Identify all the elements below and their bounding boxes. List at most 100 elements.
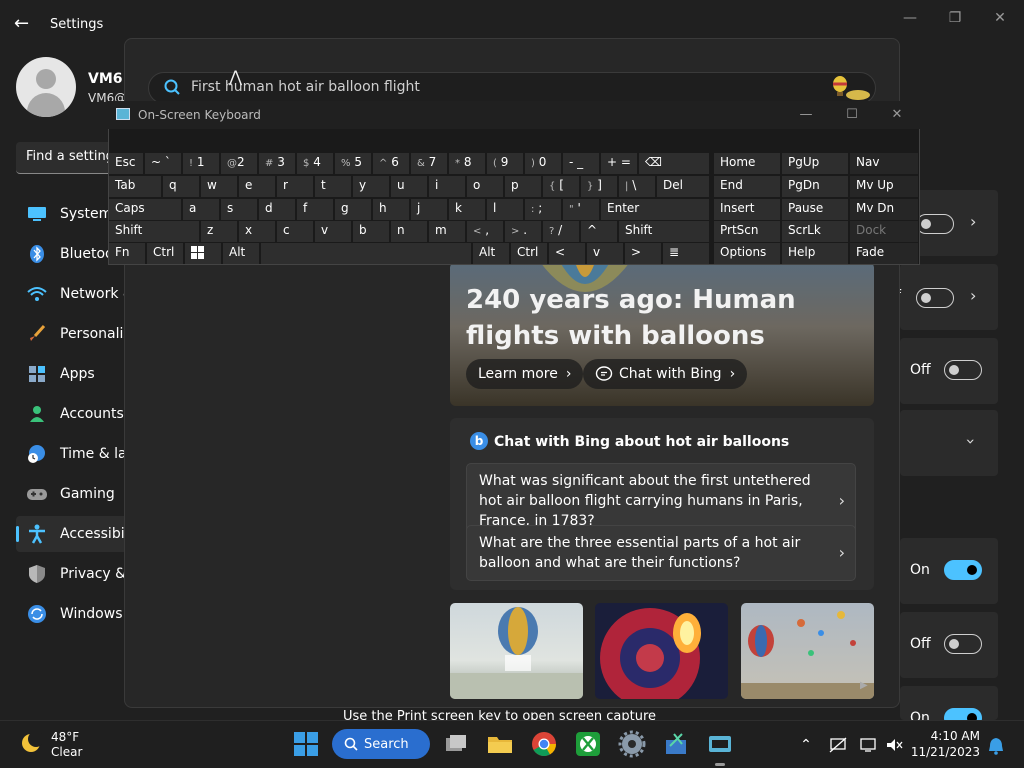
key-esc[interactable]: Esc: [109, 153, 143, 174]
maximize-icon[interactable]: ❐: [945, 8, 965, 28]
key-3[interactable]: # 3: [259, 153, 295, 174]
close-icon[interactable]: ✕: [990, 8, 1010, 28]
key-5[interactable]: % 5: [335, 153, 371, 174]
key-fade[interactable]: Fade: [850, 243, 918, 264]
key-arrow-left[interactable]: <: [549, 243, 585, 264]
key-caps[interactable]: Caps: [109, 199, 181, 220]
task-view-icon[interactable]: [442, 730, 470, 758]
clock-date[interactable]: 11/21/2023: [890, 745, 980, 759]
avatar[interactable]: [16, 57, 76, 117]
balloon-thumbnail[interactable]: [450, 603, 583, 699]
key-shift-left[interactable]: Shift: [109, 221, 199, 242]
key-ctrl-left[interactable]: Ctrl: [147, 243, 183, 264]
key-menu[interactable]: ≣: [663, 243, 709, 264]
chevron-up-icon[interactable]: ⌃: [796, 737, 816, 753]
key-options[interactable]: Options: [714, 243, 780, 264]
osk-minimize-icon[interactable]: —: [797, 106, 815, 124]
key-mv-dn[interactable]: Mv Dn: [850, 199, 918, 220]
toggle-switch[interactable]: [944, 560, 982, 580]
sidebar-item-time-language[interactable]: Time & language: [16, 436, 130, 472]
burner-thumbnail[interactable]: [595, 603, 728, 699]
toggle-switch[interactable]: [944, 708, 982, 720]
key-equals[interactable]: + =: [601, 153, 637, 174]
key-alt-left[interactable]: Alt: [223, 243, 259, 264]
setting-card[interactable]: Off: [900, 612, 998, 678]
key-nav[interactable]: Nav: [850, 153, 918, 174]
key-semicolon[interactable]: : ;: [525, 199, 561, 220]
bing-balloon-icon[interactable]: [826, 75, 872, 101]
sidebar-item-apps[interactable]: Apps: [16, 356, 130, 392]
key-help[interactable]: Help: [782, 243, 848, 264]
learn-more-button[interactable]: Learn more ›: [466, 359, 584, 389]
weather-temperature[interactable]: 48°F: [51, 730, 79, 744]
key-pgdn[interactable]: PgDn: [782, 176, 848, 197]
key-k[interactable]: k: [449, 199, 485, 220]
key-a[interactable]: a: [183, 199, 219, 220]
on-screen-keyboard-taskbar-icon[interactable]: [706, 730, 734, 758]
osk-close-icon[interactable]: ✕: [888, 106, 906, 124]
chrome-icon[interactable]: [530, 730, 558, 758]
key-quote[interactable]: " ': [563, 199, 599, 220]
setting-card[interactable]: f ›: [896, 264, 998, 330]
key-comma[interactable]: < ,: [467, 221, 503, 242]
key-4[interactable]: $ 4: [297, 153, 333, 174]
osk-maximize-icon[interactable]: ☐: [843, 106, 861, 124]
key-y[interactable]: y: [353, 176, 389, 197]
setting-card[interactable]: Off: [900, 338, 998, 404]
key-left-bracket[interactable]: { [: [543, 176, 579, 197]
file-explorer-icon[interactable]: [486, 730, 514, 758]
sidebar-item-network[interactable]: Network & internet: [16, 276, 130, 312]
setting-card[interactable]: On: [900, 686, 998, 720]
key-end[interactable]: End: [714, 176, 780, 197]
key-fn[interactable]: Fn: [109, 243, 145, 264]
key-n[interactable]: n: [391, 221, 427, 242]
key-h[interactable]: h: [373, 199, 409, 220]
minimize-icon[interactable]: —: [900, 8, 920, 28]
back-arrow-icon[interactable]: ←: [14, 14, 34, 34]
key-backslash[interactable]: | \: [619, 176, 655, 197]
key-9[interactable]: ( 9: [487, 153, 523, 174]
key-shift-right[interactable]: Shift: [619, 221, 709, 242]
key-7[interactable]: & 7: [411, 153, 447, 174]
key-scrlk[interactable]: ScrLk: [782, 221, 848, 242]
sidebar-item-accounts[interactable]: Accounts: [16, 396, 130, 432]
key-8[interactable]: * 8: [449, 153, 485, 174]
toggle-switch[interactable]: [944, 634, 982, 654]
sidebar-item-gaming[interactable]: Gaming: [16, 476, 130, 512]
key-minus[interactable]: - _: [563, 153, 599, 174]
key-delete[interactable]: Del: [657, 176, 709, 197]
key-tilde[interactable]: ~ `: [145, 153, 181, 174]
key-i[interactable]: i: [429, 176, 465, 197]
weather-description[interactable]: Clear: [51, 745, 82, 759]
sidebar-item-personalization[interactable]: Personalization: [16, 316, 130, 352]
suggested-question[interactable]: What are the three essential parts of a …: [466, 525, 856, 581]
key-j[interactable]: j: [411, 199, 447, 220]
setting-expander[interactable]: ›: [900, 410, 998, 476]
key-windows[interactable]: [185, 243, 221, 264]
key-right-bracket[interactable]: } ]: [581, 176, 617, 197]
network-disconnected-icon[interactable]: [828, 737, 848, 757]
key-e[interactable]: e: [239, 176, 275, 197]
sidebar-item-windows-update[interactable]: Windows Update: [16, 596, 130, 632]
toggle-switch[interactable]: [916, 288, 954, 308]
key-s[interactable]: s: [221, 199, 257, 220]
key-b[interactable]: b: [353, 221, 389, 242]
key-insert[interactable]: Insert: [714, 199, 780, 220]
key-slash[interactable]: ? /: [543, 221, 579, 242]
xbox-icon[interactable]: [574, 730, 602, 758]
snipping-tool-icon[interactable]: [662, 730, 690, 758]
key-pgup[interactable]: PgUp: [782, 153, 848, 174]
key-l[interactable]: l: [487, 199, 523, 220]
key-alt-right[interactable]: Alt: [473, 243, 509, 264]
key-v[interactable]: v: [315, 221, 351, 242]
key-dock[interactable]: Dock: [850, 221, 918, 242]
key-1[interactable]: ! 1: [183, 153, 219, 174]
key-pause[interactable]: Pause: [782, 199, 848, 220]
key-p[interactable]: p: [505, 176, 541, 197]
key-arrow-right[interactable]: >: [625, 243, 661, 264]
display-icon[interactable]: [858, 737, 878, 757]
key-period[interactable]: > .: [505, 221, 541, 242]
scroll-right-icon[interactable]: ▶: [860, 680, 868, 691]
sidebar-item-privacy[interactable]: Privacy & security: [16, 556, 130, 592]
key-c[interactable]: c: [277, 221, 313, 242]
